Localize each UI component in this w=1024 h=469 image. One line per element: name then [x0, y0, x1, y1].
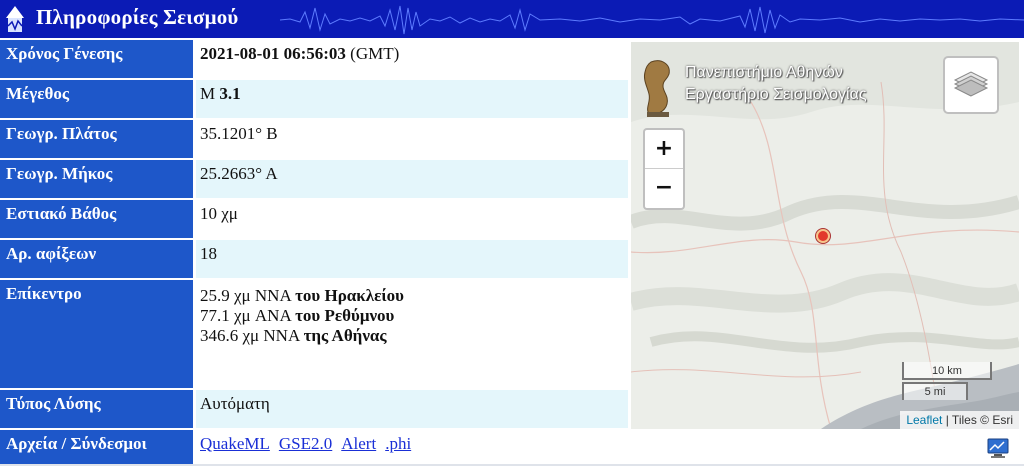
logo-line-laboratory: Εργαστήριο Σεισμολογίας [685, 86, 867, 103]
label-epicenter: Επίκεντρο [0, 280, 193, 388]
label-latitude: Γεωγρ. Πλάτος [0, 120, 193, 158]
origin-time-zone: (GMT) [345, 44, 400, 63]
layers-icon [953, 71, 989, 97]
epicenter-marker[interactable] [816, 229, 830, 243]
label-depth: Εστιακό Βάθος [0, 200, 193, 238]
link-alert[interactable]: Alert [341, 434, 376, 453]
label-longitude: Γεωγρ. Μήκος [0, 160, 193, 198]
label-origin-time: Χρόνος Γένεσης [0, 40, 193, 78]
epicenter-place: της Αθήνας [303, 326, 387, 345]
row-latitude: Γεωγρ. Πλάτος 35.1201° Β [0, 120, 628, 158]
map-attribution: Leaflet | Tiles © Esri [900, 411, 1019, 429]
epicenter-distance: 346.6 χμ NNA [200, 326, 304, 345]
row-magnitude: Μέγεθος M 3.1 [0, 80, 628, 118]
seismograph-logo-icon [6, 6, 24, 32]
epicenter-place: του Ρεθύμνου [295, 306, 395, 325]
epicenter-place: του Ηρακλείου [295, 286, 404, 305]
link-gse2[interactable]: GSE2.0 [279, 434, 332, 453]
row-longitude: Γεωγρ. Μήκος 25.2663° Α [0, 160, 628, 198]
zoom-in-button[interactable]: + [645, 130, 683, 169]
epicenter-distance: 25.9 χμ NNA [200, 286, 296, 305]
link-quakeml[interactable]: QuakeML [200, 434, 270, 453]
epicenter-line: 25.9 χμ NNA του Ηρακλείου [200, 286, 628, 306]
bottom-divider [0, 464, 1024, 466]
value-files-links: QuakeML GSE2.0 Alert .phi [196, 430, 628, 464]
row-solution-type: Τύπος Λύσης Αυτόματη [0, 390, 628, 428]
leaflet-link[interactable]: Leaflet [906, 413, 942, 427]
row-origin-time: Χρόνος Γένεσης 2021-08-01 06:56:03 (GMT) [0, 40, 628, 78]
value-latitude: 35.1201° Β [200, 124, 278, 143]
row-files-links: Αρχεία / Σύνδεσμοι QuakeML GSE2.0 Alert .ph… [0, 430, 628, 464]
epicenter-line: 346.6 χμ NNA της Αθήνας [200, 326, 628, 346]
value-solution-type: Αυτόματη [196, 390, 628, 428]
logo-line-university: Πανεπιστήμιο Αθηνών [685, 64, 843, 81]
layers-button[interactable] [943, 56, 999, 114]
magnitude-number: 3.1 [219, 84, 241, 103]
magnitude-prefix: M [200, 84, 220, 103]
scale-bar-mi: 5 mi [902, 382, 968, 400]
link-phi[interactable]: .phi [385, 434, 411, 453]
epicenter-line: 77.1 χμ ANA του Ρεθύμνου [200, 306, 628, 326]
tiles-credit: | Tiles © Esri [942, 413, 1013, 427]
page-title: Πληροφορίες Σεισμού [36, 5, 239, 29]
label-magnitude: Μέγεθος [0, 80, 193, 118]
value-arrivals: 18 [196, 240, 628, 278]
value-epicenter: 25.9 χμ NNA του Ηρακλείου 77.1 χμ ANA το… [196, 280, 628, 388]
value-origin-time: 2021-08-01 06:56:03 (GMT) [196, 40, 628, 78]
epicenter-map[interactable]: Πανεπιστήμιο Αθηνών Εργαστήριο Σεισμολογ… [631, 42, 1019, 429]
value-depth: 10 χμ [200, 204, 238, 223]
value-longitude: 25.2663° Α [196, 160, 628, 198]
epicenter-distance: 77.1 χμ ANA [200, 306, 296, 325]
origin-time-bold: 2021-08-01 06:56:03 [200, 44, 346, 63]
row-depth: Εστιακό Βάθος 10 χμ [0, 200, 628, 238]
label-solution-type: Τύπος Λύσης [0, 390, 193, 428]
zoom-out-button[interactable]: − [645, 169, 683, 207]
monitor-share-icon[interactable] [986, 437, 1010, 459]
page-header: Πληροφορίες Σεισμού [0, 0, 1024, 38]
university-athena-logo [644, 60, 670, 117]
row-arrivals: Αρ. αφίξεων 18 [0, 240, 628, 278]
row-epicenter: Επίκεντρο 25.9 χμ NNA του Ηρακλείου 77.1… [0, 280, 628, 388]
label-arrivals: Αρ. αφίξεων [0, 240, 193, 278]
scale-bar-km: 10 km [902, 362, 992, 380]
value-magnitude: M 3.1 [196, 80, 628, 118]
label-files-links: Αρχεία / Σύνδεσμοι [0, 430, 193, 464]
zoom-control: + − [643, 128, 685, 210]
